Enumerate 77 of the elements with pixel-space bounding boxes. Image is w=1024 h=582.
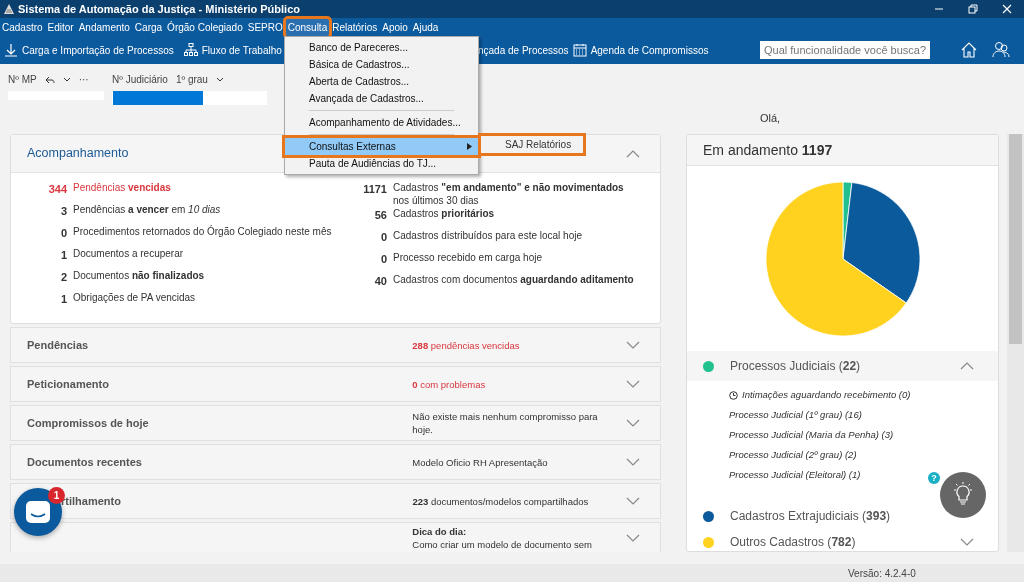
field-label: Nº Judiciário: [112, 73, 168, 87]
greeting-text: Olá,: [760, 111, 781, 126]
section-summary: Modelo Oficio RH Apresentação: [412, 455, 549, 469]
menu-item[interactable]: SAJ Relatórios: [481, 136, 583, 153]
stat-label: Obrigações de PA vencidas: [73, 291, 196, 304]
degree-selector[interactable]: 1º grau: [175, 72, 208, 87]
section-summary: 223 documentos/modelos compartilhados: [412, 494, 590, 508]
stat-count: 0: [379, 252, 387, 267]
menu-item[interactable]: Pauta de Audiências do TJ...: [285, 155, 478, 172]
field-label: Nº MP: [8, 73, 37, 87]
menu-item[interactable]: Banco de Pareceres...: [285, 39, 478, 56]
toolbar-button[interactable]: Agenda de Compromissos: [590, 42, 709, 58]
section-summary: 0 com problemas: [412, 377, 487, 391]
menu-item[interactable]: Cadastro: [0, 18, 45, 36]
stat-count: 0: [379, 230, 387, 245]
menu-item[interactable]: Órgão Colegiado: [165, 18, 245, 36]
section-title: Compromissos de hoje: [27, 416, 149, 429]
menu-item[interactable]: Consultas Externas: [285, 138, 478, 155]
section-title: Acompanhamento: [27, 145, 129, 163]
stat-label: Documentos não finalizados: [73, 269, 205, 282]
toolbar-button[interactable]: Carga e Importação de Processos: [22, 42, 174, 58]
section-title: rtilhamento: [61, 494, 121, 507]
section-title: Pendências: [27, 338, 89, 351]
stat-count: 2: [59, 270, 67, 285]
stat-count: 3: [59, 204, 67, 219]
menu-item[interactable]: Avançada de Cadastros...: [285, 90, 478, 107]
stat-label: Cadastros com documentos aguardando aditamento: [393, 273, 634, 286]
menu-item[interactable]: Carga: [132, 18, 165, 36]
menu-item[interactable]: SEPRO: [245, 18, 285, 36]
menu-item[interactable]: Editor: [45, 18, 76, 36]
section-title: Peticionamento: [27, 377, 109, 390]
section-title: Documentos recentes: [27, 455, 142, 468]
section-summary: 288 pendências vencidas: [412, 338, 521, 352]
version-text: Versão: 4.2.4-0: [848, 566, 916, 581]
section-detail: Como criar um modelo de documento sem: [412, 538, 593, 551]
menu-item[interactable]: Consulta: [285, 18, 330, 36]
window-title: Sistema de Automação da Justiça - Ministério Público: [18, 1, 300, 17]
panel-title: Em andamento 1197: [703, 140, 833, 160]
stat-label: Processo recebido em carga hoje: [393, 251, 542, 264]
legend-label[interactable]: Cadastros Extrajudiciais (393): [730, 507, 891, 525]
menu-item[interactable]: Andamento: [76, 18, 132, 36]
stat-label: Pendências vencidas: [73, 181, 171, 194]
sub-item-link[interactable]: Processo Judicial (Eleitoral) (1): [729, 467, 861, 483]
stat-count: 1: [59, 248, 67, 263]
stat-label: Cadastros prioritários: [393, 207, 495, 220]
stat-count: 40: [373, 274, 387, 289]
legend-label[interactable]: Outros Cadastros (782): [730, 533, 856, 551]
section-summary: Não existe mais nenhum compromisso para hoje.: [412, 410, 599, 436]
stat-count: 0: [59, 226, 67, 241]
menu-item[interactable]: Apoio: [380, 18, 410, 36]
toolbar-button[interactable]: nçada de Processos: [478, 42, 569, 58]
menu-item[interactable]: Ajuda: [410, 18, 441, 36]
toolbar-button[interactable]: Fluxo de Trabalho: [201, 42, 282, 58]
accordion-row[interactable]: Dica do dia: Como criar um modelo de documento sem: [10, 522, 661, 552]
stat-count: 1171: [362, 182, 387, 197]
sub-item-link[interactable]: Processo Judicial (2º grau) (2): [729, 447, 857, 463]
section-summary: Dica do dia:: [412, 525, 468, 538]
menu-item[interactable]: Acompanhamento de Atividades...: [285, 114, 478, 131]
stat-count: 344: [47, 182, 67, 197]
menu-item[interactable]: Aberta de Cadastros...: [285, 73, 478, 90]
stat-label: Pendências a vencer em 10 dias: [73, 203, 221, 216]
stat-label: Procedimentos retornados do Órgão Colegiado neste mês: [73, 225, 332, 238]
sub-item-link[interactable]: Processo Judicial (1º grau) (16): [729, 407, 862, 423]
accordion-row[interactable]: Peticionamento 0 com problemas: [10, 366, 661, 402]
more-button[interactable]: ···: [78, 72, 89, 87]
accordion-row[interactable]: Documentos recentes Modelo Oficio RH Apresentação: [10, 444, 661, 480]
menu-item[interactable]: Relatórios: [330, 18, 380, 36]
accordion-row[interactable]: Pendências 288 pendências vencidas: [10, 327, 661, 363]
stat-count: 56: [373, 208, 387, 223]
stat-count: 1: [59, 292, 67, 307]
stat-label: Cadastros distribuídos para este local hoje: [393, 229, 582, 242]
menu-item[interactable]: Básica de Cadastros...: [285, 56, 478, 73]
accordion-row[interactable]: Compromissos de hoje Não existe mais nenhum compromisso para hoje.: [10, 405, 661, 441]
search-field[interactable]: Qual funcionalidade você busca?: [760, 41, 930, 59]
stat-label: Documentos a recuperar: [73, 247, 184, 260]
sub-item-link[interactable]: Processo Judicial (Maria da Penha) (3): [729, 427, 894, 443]
sub-item-link[interactable]: Intimações aguardando recebimento (0): [742, 387, 911, 403]
